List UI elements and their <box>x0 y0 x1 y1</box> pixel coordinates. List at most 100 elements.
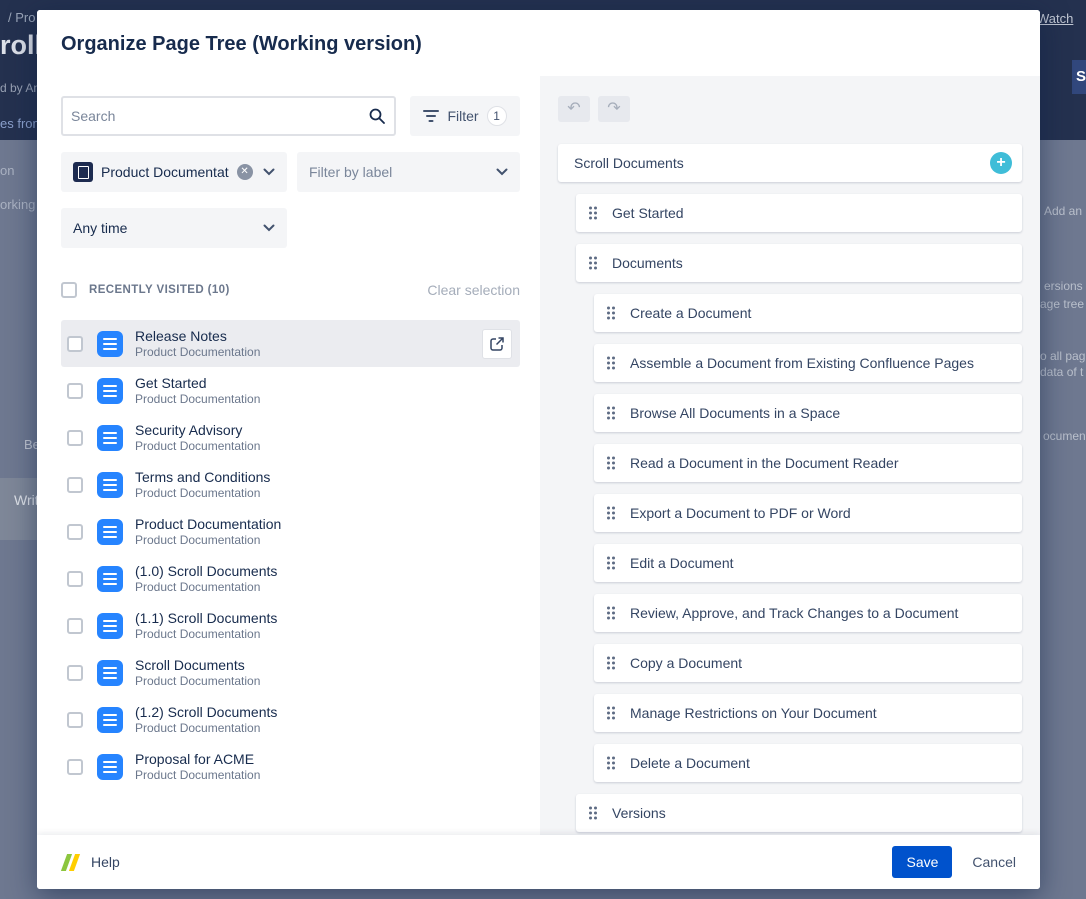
redo-icon[interactable]: ↷ <box>598 96 630 122</box>
list-item[interactable]: Get StartedProduct Documentation <box>61 367 520 414</box>
item-checkbox[interactable] <box>67 665 83 681</box>
tree-node[interactable]: Browse All Documents in a Space <box>594 394 1022 432</box>
screen: / Pro Watch roll d by An es from on orki… <box>0 0 1086 899</box>
tree-node-label: Versions <box>612 805 666 821</box>
item-text: (1.2) Scroll DocumentsProduct Documentat… <box>135 703 277 737</box>
filter-button[interactable]: Filter 1 <box>410 96 520 136</box>
tree-node[interactable]: Versions <box>576 794 1022 832</box>
tree-node-list: Get Started Documents Create a Document Ass… <box>558 194 1022 832</box>
drag-handle-icon[interactable] <box>606 355 616 371</box>
drag-handle-icon[interactable] <box>606 755 616 771</box>
dialog-header: Organize Page Tree (Working version) <box>37 10 1040 76</box>
search-row: Filter 1 <box>61 96 520 136</box>
list-item[interactable]: Scroll DocumentsProduct Documentation <box>61 649 520 696</box>
item-text: (1.1) Scroll DocumentsProduct Documentat… <box>135 609 277 643</box>
drag-handle-icon[interactable] <box>606 705 616 721</box>
drag-handle-icon[interactable] <box>606 655 616 671</box>
list-item[interactable]: Release NotesProduct Documentation <box>61 320 520 367</box>
item-checkbox[interactable] <box>67 477 83 493</box>
item-title: Release Notes <box>135 327 260 345</box>
item-subtitle: Product Documentation <box>135 439 260 455</box>
search-input[interactable] <box>61 96 396 136</box>
drag-handle-icon[interactable] <box>606 405 616 421</box>
item-title: Scroll Documents <box>135 656 260 674</box>
item-title: Proposal for ACME <box>135 750 260 768</box>
item-checkbox[interactable] <box>67 571 83 587</box>
footer-actions: Save Cancel <box>892 846 1016 878</box>
list-item[interactable]: Product DocumentationProduct Documentati… <box>61 508 520 555</box>
drag-handle-icon[interactable] <box>606 455 616 471</box>
list-item[interactable]: Security AdvisoryProduct Documentation <box>61 414 520 461</box>
item-subtitle: Product Documentation <box>135 580 277 596</box>
tree-root-label: Scroll Documents <box>574 155 684 171</box>
background-panel <box>0 478 37 540</box>
clear-selection-button[interactable]: Clear selection <box>427 282 520 298</box>
save-button[interactable]: Save <box>892 846 952 878</box>
item-checkbox[interactable] <box>67 336 83 352</box>
bg-right-1: Add an <box>1044 204 1082 218</box>
tree-node[interactable]: Assemble a Document from Existing Conflu… <box>594 344 1022 382</box>
label-filter-select[interactable]: Filter by label <box>297 152 520 192</box>
item-checkbox[interactable] <box>67 618 83 634</box>
drag-handle-icon[interactable] <box>588 255 598 271</box>
bg-right-5: data of t <box>1040 365 1083 379</box>
item-text: Release NotesProduct Documentation <box>135 327 260 361</box>
drag-handle-icon[interactable] <box>588 805 598 821</box>
chevron-down-icon <box>263 224 275 232</box>
select-all-checkbox[interactable] <box>61 282 77 298</box>
item-title: Security Advisory <box>135 421 260 439</box>
bg-byline: d by An <box>0 81 40 95</box>
time-filter-select[interactable]: Any time <box>61 208 287 248</box>
undo-icon[interactable]: ↶ <box>558 96 590 122</box>
item-checkbox[interactable] <box>67 383 83 399</box>
clear-space-filter-icon[interactable]: ✕ <box>237 164 253 180</box>
tree-node-label: Manage Restrictions on Your Document <box>630 705 877 721</box>
item-checkbox[interactable] <box>67 430 83 446</box>
tree-node[interactable]: Review, Approve, and Track Changes to a … <box>594 594 1022 632</box>
document-icon <box>97 660 123 686</box>
bg-tab-2: orking <box>0 197 35 212</box>
item-subtitle: Product Documentation <box>135 533 281 549</box>
drag-handle-icon[interactable] <box>606 305 616 321</box>
bg-breadcrumb: / Pro <box>8 10 35 25</box>
space-filter-select[interactable]: Product Documentat ✕ <box>61 152 287 192</box>
item-checkbox[interactable] <box>67 712 83 728</box>
item-checkbox[interactable] <box>67 759 83 775</box>
tree-node-label: Edit a Document <box>630 555 734 571</box>
document-icon <box>97 754 123 780</box>
tree-node[interactable]: Edit a Document <box>594 544 1022 582</box>
item-checkbox[interactable] <box>67 524 83 540</box>
open-page-button[interactable] <box>482 329 512 359</box>
tree-node[interactable]: Documents <box>576 244 1022 282</box>
drag-handle-icon[interactable] <box>606 505 616 521</box>
tree-node[interactable]: Export a Document to PDF or Word <box>594 494 1022 532</box>
tree-pane: ↶ ↷ Scroll Documents + Get Started Docume… <box>540 76 1040 835</box>
drag-handle-icon[interactable] <box>588 205 598 221</box>
cancel-button[interactable]: Cancel <box>972 854 1016 870</box>
drag-handle-icon[interactable] <box>606 555 616 571</box>
tree-node[interactable]: Delete a Document <box>594 744 1022 782</box>
space-icon <box>73 162 93 182</box>
list-item[interactable]: (1.2) Scroll DocumentsProduct Documentat… <box>61 696 520 743</box>
help-button[interactable]: Help <box>61 854 120 871</box>
item-subtitle: Product Documentation <box>135 486 270 502</box>
item-text: Scroll DocumentsProduct Documentation <box>135 656 260 690</box>
list-item[interactable]: (1.1) Scroll DocumentsProduct Documentat… <box>61 602 520 649</box>
item-text: (1.0) Scroll DocumentsProduct Documentat… <box>135 562 277 596</box>
tree-node-label: Read a Document in the Document Reader <box>630 455 898 471</box>
tree-node[interactable]: Create a Document <box>594 294 1022 332</box>
tree-node[interactable]: Get Started <box>576 194 1022 232</box>
tree-node[interactable]: Read a Document in the Document Reader <box>594 444 1022 482</box>
add-page-button[interactable]: + <box>990 152 1012 174</box>
search-icon <box>368 107 386 130</box>
bg-tab-1: on <box>0 163 14 178</box>
tree-node[interactable]: Copy a Document <box>594 644 1022 682</box>
drag-handle-icon[interactable] <box>606 605 616 621</box>
tree-node[interactable]: Manage Restrictions on Your Document <box>594 694 1022 732</box>
list-item[interactable]: Proposal for ACMEProduct Documentation <box>61 743 520 790</box>
bg-page-heading: roll <box>0 30 42 61</box>
list-item[interactable]: Terms and ConditionsProduct Documentatio… <box>61 461 520 508</box>
list-item[interactable]: (1.0) Scroll DocumentsProduct Documentat… <box>61 555 520 602</box>
item-subtitle: Product Documentation <box>135 768 260 784</box>
filter-button-label: Filter <box>447 108 478 124</box>
